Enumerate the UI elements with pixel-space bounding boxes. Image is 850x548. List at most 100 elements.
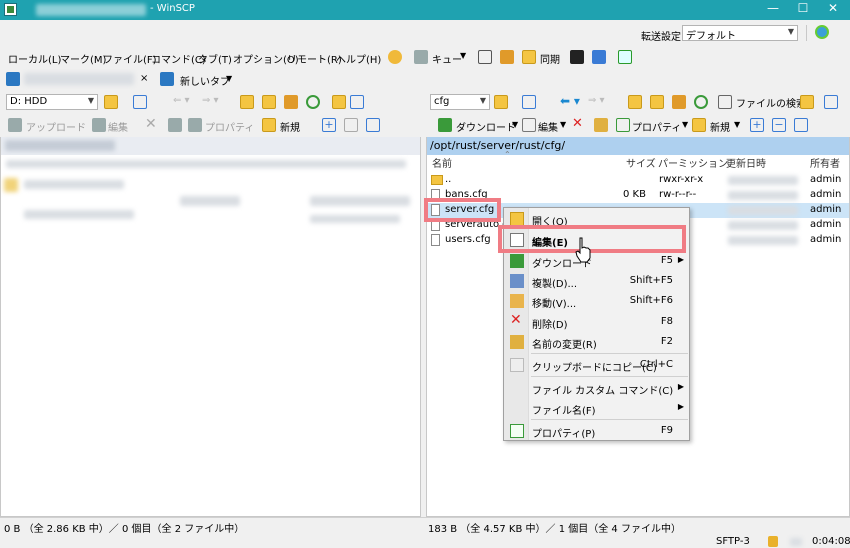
menu-remote[interactable]: リモート(R)	[287, 51, 342, 66]
delete-icon[interactable]: ✕	[572, 116, 583, 131]
minus-icon[interactable]	[344, 118, 358, 132]
find-icon[interactable]	[800, 95, 814, 109]
sync-button[interactable]: 同期	[540, 51, 560, 66]
col-date-header[interactable]: 更新日時	[726, 155, 766, 171]
delete-icon[interactable]: ✕	[145, 116, 157, 132]
menu-help[interactable]: ヘルプ(H)	[336, 51, 381, 66]
upload-icon[interactable]	[8, 118, 22, 132]
open-folder-icon[interactable]	[494, 95, 508, 109]
new-icon[interactable]	[262, 118, 276, 132]
back-icon[interactable]: ⬅ ▾	[560, 94, 580, 108]
menu-item-custom-commands[interactable]: ファイル カスタム コマンド(C) ▶	[505, 378, 689, 398]
right-status-text: 183 B （全 4.57 KB 中）／ 1 個目（全 4 ファイル中）	[428, 524, 681, 535]
back-icon[interactable]: ⇐ ▾	[173, 95, 190, 106]
title-bar: - WinSCP — ☐ ✕	[0, 0, 850, 20]
select-all-icon[interactable]	[366, 118, 380, 132]
parent-dir-icon[interactable]	[240, 95, 254, 109]
right-new-button[interactable]: 新規	[710, 119, 730, 134]
view-mode-icon[interactable]	[824, 95, 838, 109]
left-nav-toolbar: D: HDD ▼ ⇐ ▾ ⇒ ▾	[0, 90, 421, 114]
menu-item-download[interactable]: ダウンロード F5 ▶	[505, 251, 689, 271]
new-tab-button[interactable]: 新しいタブ	[180, 73, 230, 88]
edit-icon[interactable]	[92, 118, 106, 132]
left-new-button[interactable]: 新規	[280, 119, 300, 134]
download-icon[interactable]	[438, 118, 452, 132]
col-name-header[interactable]: 名前	[432, 155, 452, 171]
queue-icon[interactable]	[414, 50, 428, 64]
properties-icon[interactable]	[616, 118, 630, 132]
right-action-toolbar: ダウンロード ▼ 編集 ▼ ✕ プロパティ ▼ 新規 ▼ + −	[426, 114, 850, 136]
new-tab-icon[interactable]	[160, 72, 174, 86]
new-icon[interactable]	[692, 118, 706, 132]
transfer-settings-select[interactable]: デフォルト ▼	[682, 25, 798, 41]
left-properties-button[interactable]: プロパティ	[205, 119, 254, 134]
minus-icon[interactable]: −	[772, 118, 786, 132]
terminal-icon[interactable]	[570, 50, 584, 64]
right-folder-select[interactable]: cfg ▼	[430, 94, 490, 110]
plus-icon[interactable]: +	[750, 118, 764, 132]
find-files-icon[interactable]	[332, 95, 346, 109]
view-mode-icon[interactable]	[350, 95, 364, 109]
sync-icon[interactable]	[522, 50, 536, 64]
refresh-icon[interactable]	[694, 95, 708, 109]
menu-mark[interactable]: マーク(M)	[60, 51, 106, 66]
menu-tab[interactable]: タブ(T)	[198, 51, 232, 66]
plus-icon[interactable]: +	[322, 118, 336, 132]
forward-icon[interactable]: ⇒ ▾	[588, 95, 605, 106]
sync-dirs-icon[interactable]	[500, 50, 514, 64]
right-edit-button[interactable]: 編集	[538, 119, 558, 134]
queue-button[interactable]: キュー	[432, 51, 462, 66]
root-dir-icon[interactable]	[262, 95, 276, 109]
find-files-button[interactable]: ファイルの検索	[736, 95, 806, 110]
update-icon[interactable]	[815, 25, 829, 39]
compare-icon[interactable]	[478, 50, 492, 64]
left-status-text: 0 B （全 2.86 KB 中）／ 0 個目（全 2 ファイル中）	[4, 524, 245, 535]
right-properties-button[interactable]: プロパティ	[632, 119, 681, 134]
properties-icon[interactable]	[188, 118, 202, 132]
rename-icon[interactable]	[168, 118, 182, 132]
menu-item-move[interactable]: 移動(V)... Shift+F6	[505, 291, 689, 311]
col-owner-header[interactable]: 所有者	[810, 155, 840, 171]
menu-file[interactable]: ファイル(F)	[103, 51, 157, 66]
root-dir-icon[interactable]	[650, 95, 664, 109]
right-path-bar[interactable]: /opt/rust/server/rust/cfg/	[427, 137, 849, 155]
left-edit-button[interactable]: 編集	[108, 119, 128, 134]
left-drive-select[interactable]: D: HDD ▼	[6, 94, 98, 110]
maximize-icon[interactable]: ☐	[788, 1, 818, 19]
col-size-header[interactable]: サイズ	[626, 155, 656, 171]
menu-item-shortcut: Shift+F6	[629, 295, 673, 306]
edit-icon[interactable]	[522, 118, 536, 132]
close-tab-icon[interactable]: ×	[140, 73, 148, 84]
menu-item-rename[interactable]: 名前の変更(R) F2	[505, 332, 689, 352]
rename-icon[interactable]	[594, 118, 608, 132]
close-icon[interactable]: ✕	[818, 1, 848, 19]
parent-dir-icon[interactable]	[628, 95, 642, 109]
forward-icon[interactable]: ⇒ ▾	[202, 95, 219, 106]
menu-item-copy-clipboard[interactable]: クリップボードにコピー(C) Ctrl+C	[505, 355, 689, 375]
home-icon[interactable]	[284, 95, 298, 109]
highlight-server-cfg	[424, 198, 501, 222]
left-file-panel[interactable]	[0, 137, 421, 517]
file-perm: rw-r--r--	[659, 189, 697, 200]
select-all-icon[interactable]	[794, 118, 808, 132]
open-folder-icon[interactable]	[104, 95, 118, 109]
refresh-session-icon[interactable]	[618, 50, 632, 64]
download-button[interactable]: ダウンロード	[456, 119, 516, 134]
minimize-icon[interactable]: —	[758, 1, 788, 19]
search-icon[interactable]	[718, 95, 732, 109]
filter-icon[interactable]	[522, 95, 536, 109]
menu-item-properties[interactable]: プロパティ(P) F9	[505, 421, 689, 441]
putty-icon[interactable]	[592, 50, 606, 64]
upload-button[interactable]: アップロード	[26, 119, 86, 134]
refresh-icon[interactable]	[306, 95, 320, 109]
home-icon[interactable]	[672, 95, 686, 109]
session-tab-redacted[interactable]	[24, 73, 134, 85]
col-perm-header[interactable]: パーミッション	[658, 155, 728, 171]
gear-icon[interactable]	[388, 50, 402, 64]
menu-item-duplicate[interactable]: 複製(D)... Shift+F5	[505, 271, 689, 291]
left-path-bar[interactable]	[1, 137, 420, 155]
menu-item-filename[interactable]: ファイル名(F) ▶	[505, 398, 689, 418]
filter-icon[interactable]	[133, 95, 147, 109]
menu-item-delete[interactable]: ✕ 削除(D) F8	[505, 312, 689, 332]
menu-local[interactable]: ローカル(L)	[8, 51, 61, 66]
